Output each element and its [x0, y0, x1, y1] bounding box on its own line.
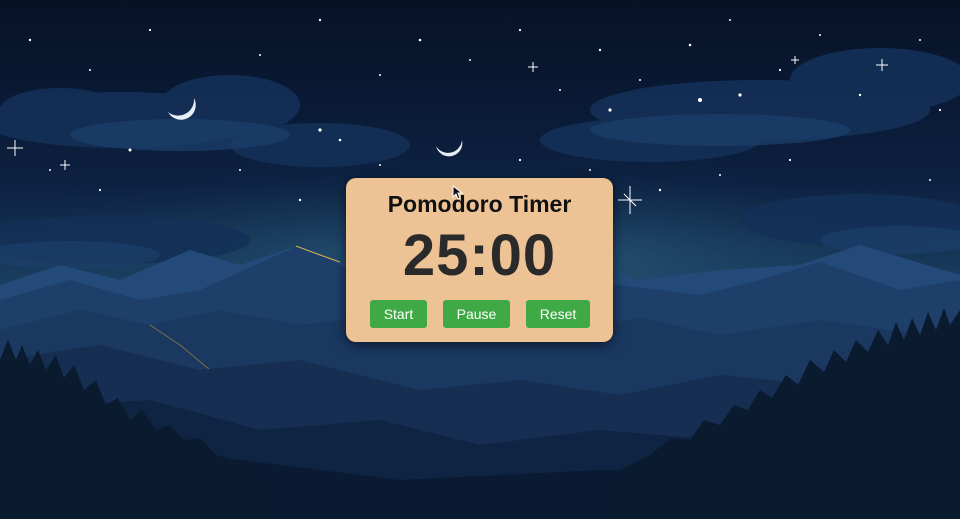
pause-button[interactable]: Pause	[443, 300, 510, 328]
reset-button[interactable]: Reset	[526, 300, 590, 328]
start-button[interactable]: Start	[370, 300, 427, 328]
timer-title: Pomodoro Timer	[387, 191, 572, 217]
mouse-cursor-icon	[452, 185, 464, 200]
pomodoro-timer-card: Pomodoro Timer 25:00 Start Pause Reset	[346, 178, 613, 342]
timer-display: 25:00	[402, 223, 557, 288]
